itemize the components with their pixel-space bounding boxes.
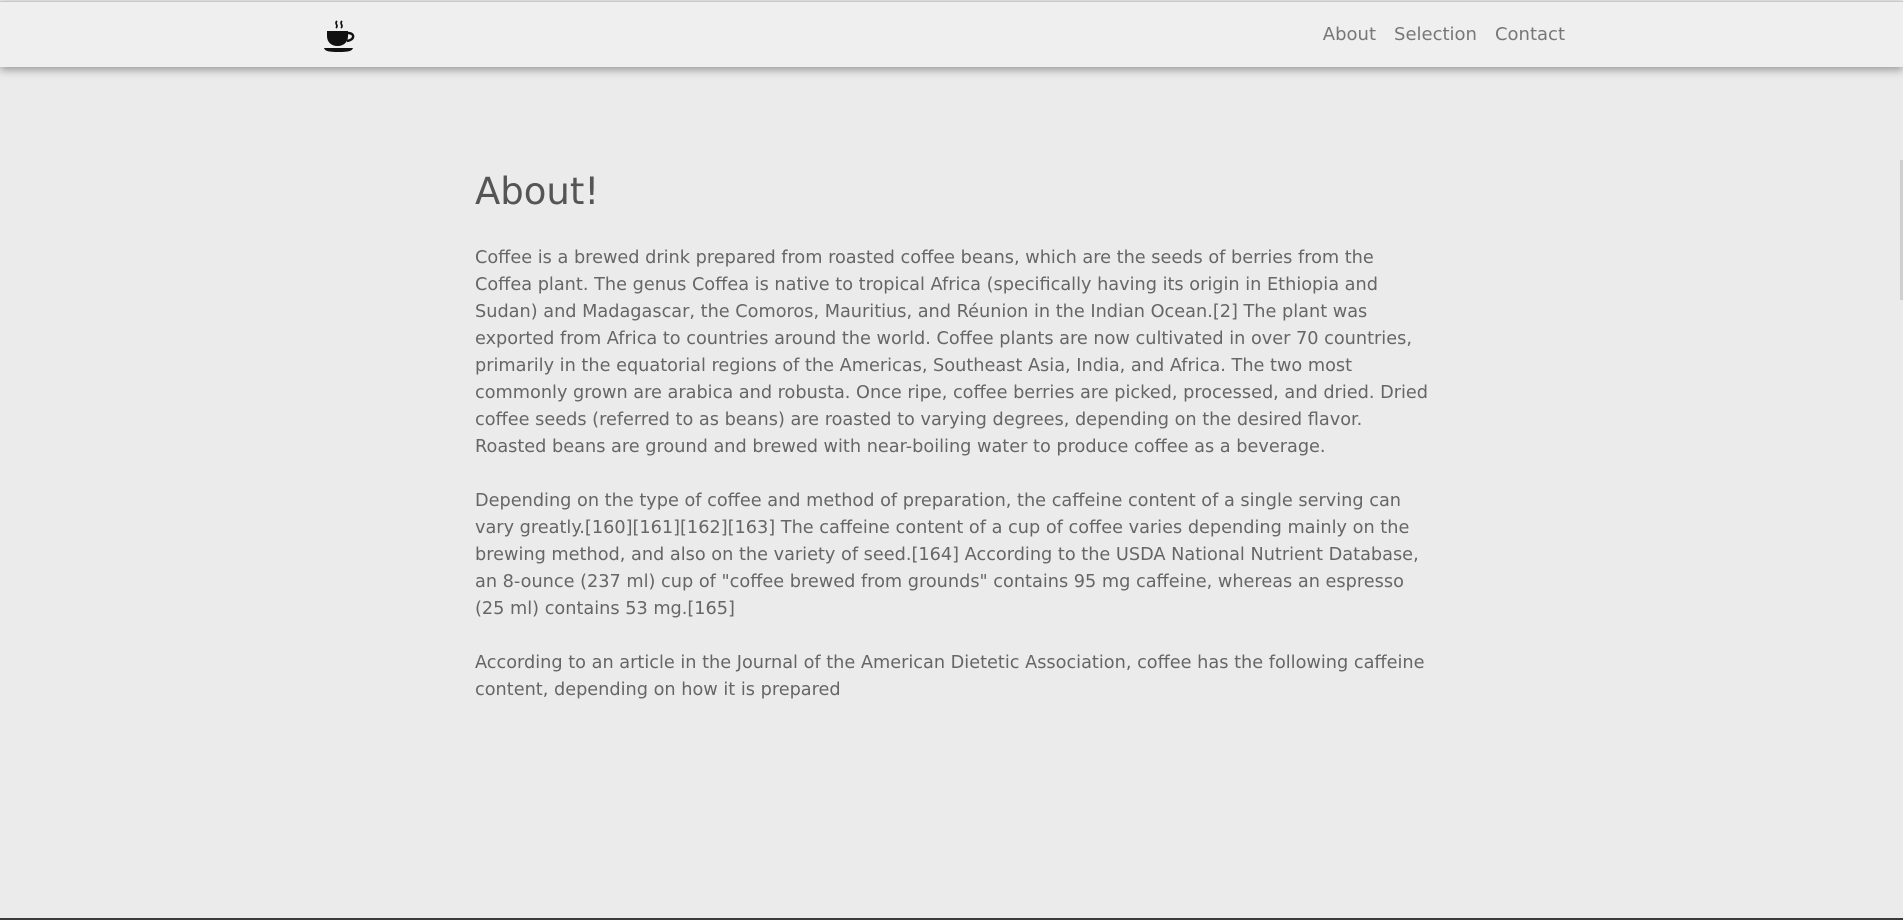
nav-links: About Selection Contact <box>1323 24 1565 45</box>
page-title: About! <box>475 170 600 213</box>
about-section: About! Coffee is a brewed drink prepared… <box>475 170 1435 731</box>
paragraph-journal: According to an article in the Journal o… <box>475 653 1425 700</box>
paragraph-intro: Coffee is a brewed drink prepared from r… <box>475 248 1429 457</box>
nav-link-about[interactable]: About <box>1323 24 1376 45</box>
navbar: About Selection Contact <box>0 1 1903 67</box>
nav-link-selection[interactable]: Selection <box>1394 24 1477 45</box>
coffee-cup-icon[interactable] <box>323 18 359 54</box>
paragraph-caffeine: Depending on the type of coffee and meth… <box>475 491 1419 619</box>
nav-link-contact[interactable]: Contact <box>1495 24 1565 45</box>
page: About Selection Contact About! Coffee is… <box>0 0 1903 920</box>
